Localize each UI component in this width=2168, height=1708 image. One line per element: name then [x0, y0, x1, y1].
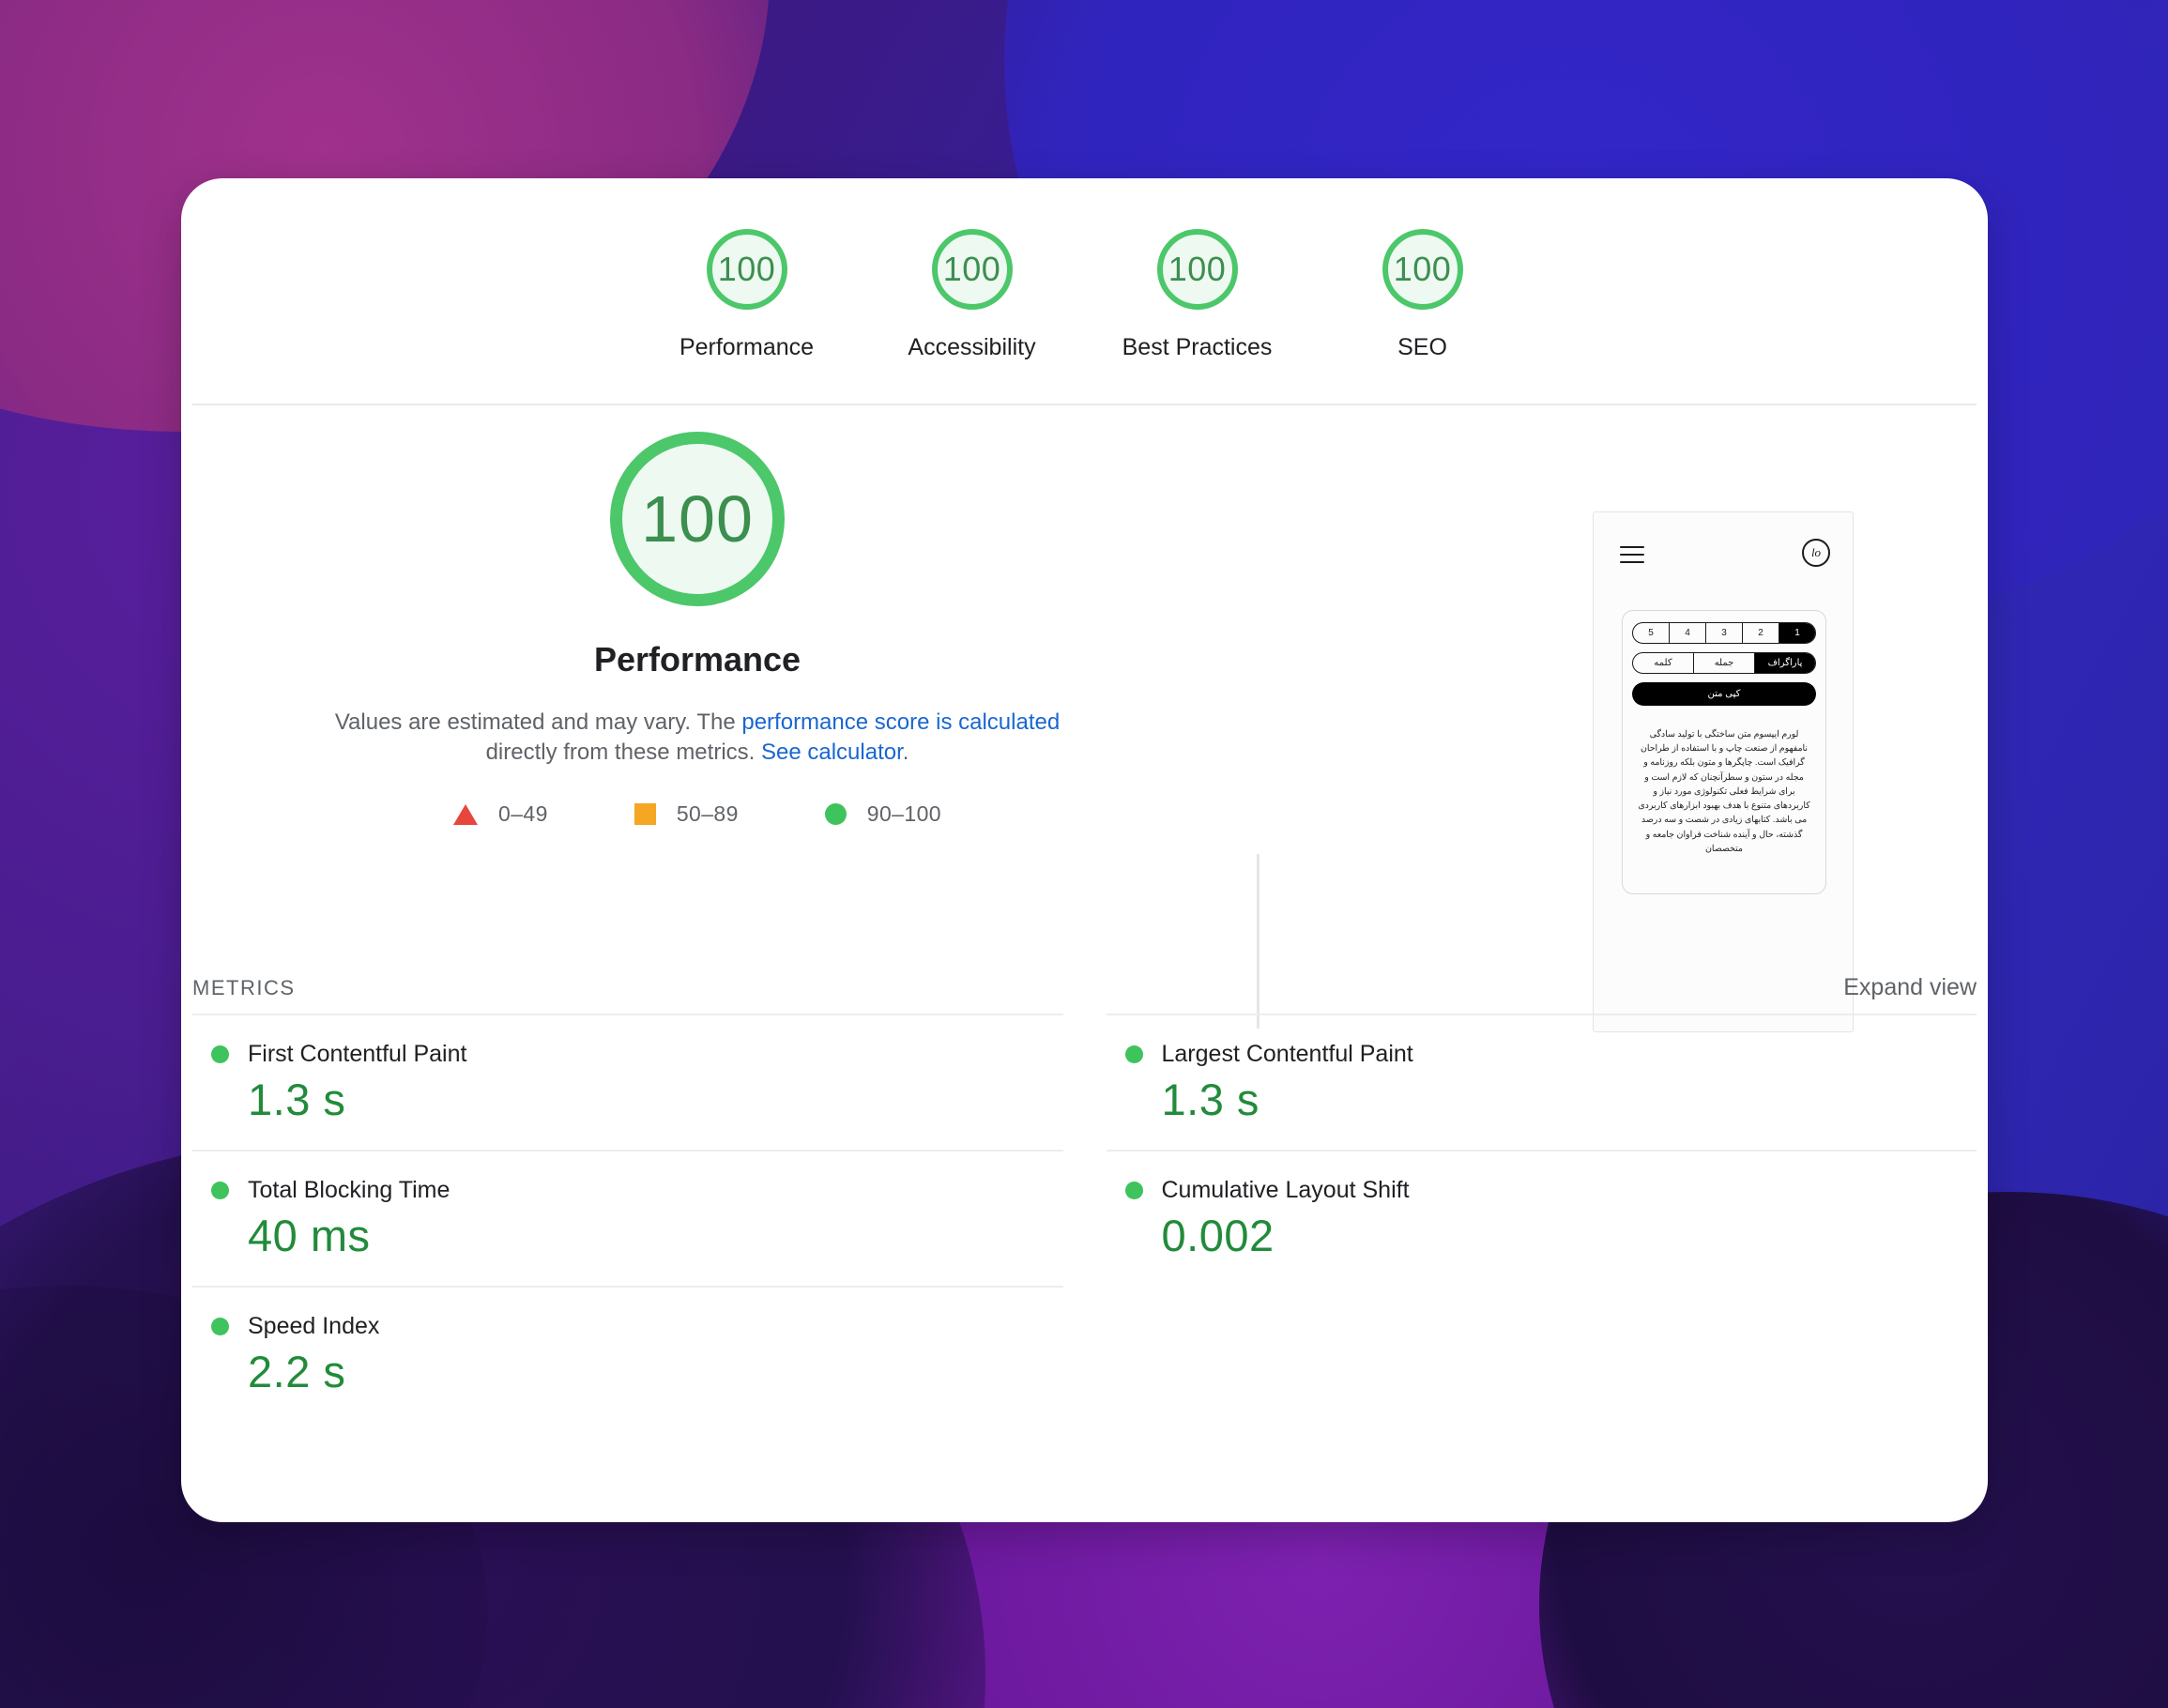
metrics-column-right: Largest Contentful Paint 1.3 s Cumulativ…: [1106, 1014, 1977, 1422]
page-screenshot-thumbnail[interactable]: lo 1 2 3 4 5 پاراگراف جمله کلمه کپی متن …: [1593, 511, 1854, 1032]
lighthouse-report-card: 100 Performance 100 Accessibility 100 Be…: [181, 178, 1988, 1522]
count-option-3: 3: [1705, 623, 1742, 643]
metric-row-largest-contentful-paint[interactable]: Largest Contentful Paint 1.3 s: [1106, 1014, 1977, 1150]
count-option-5: 5: [1648, 628, 1654, 638]
see-calculator-link[interactable]: See calculator: [761, 740, 903, 765]
hero-note-middle: directly from these metrics.: [485, 740, 761, 766]
category-score-seo[interactable]: 100 SEO: [1310, 229, 1535, 361]
metrics-grid: First Contentful Paint 1.3 s Total Block…: [192, 1014, 1977, 1422]
circle-icon: [824, 803, 847, 826]
count-option-4: 4: [1669, 623, 1705, 643]
metric-row-cumulative-layout-shift[interactable]: Cumulative Layout Shift 0.002: [1106, 1150, 1977, 1286]
metrics-title: METRICS: [192, 976, 296, 999]
unit-segmented-control: پاراگراف جمله کلمه: [1632, 652, 1816, 674]
expand-view-button[interactable]: Expand view: [1843, 974, 1977, 1001]
hero-title: Performance: [593, 640, 802, 679]
performance-score-link[interactable]: performance score is calculated: [741, 709, 1060, 735]
category-score-accessibility[interactable]: 100 Accessibility: [860, 229, 1085, 361]
status-dot-pass-icon: [211, 1045, 229, 1063]
legend-range-pass: 90–100: [866, 801, 941, 827]
score-label-seo: SEO: [1397, 334, 1447, 360]
thumbnail-site-header: lo: [1594, 533, 1853, 580]
copy-text-button: کپی متن: [1632, 682, 1816, 706]
generated-lorem-text: لورم ایپسوم متن ساختگی با تولید سادگی نا…: [1638, 728, 1810, 853]
metric-header: First Contentful Paint: [192, 1041, 1063, 1068]
category-score-performance[interactable]: 100 Performance: [634, 229, 860, 361]
score-label-best-practices: Best Practices: [1122, 334, 1273, 360]
metric-header: Cumulative Layout Shift: [1107, 1177, 1977, 1204]
metric-value: 1.3 s: [1161, 1075, 1260, 1124]
metric-header: Largest Contentful Paint: [1107, 1041, 1977, 1068]
score-gauge-accessibility: 100: [931, 229, 1013, 310]
score-legend: 0–49 50–89 90–100: [453, 801, 941, 827]
unit-option-sentence: جمله: [1693, 653, 1754, 673]
category-score-best-practices[interactable]: 100 Best Practices: [1085, 229, 1310, 361]
metric-value: 2.2 s: [248, 1347, 346, 1396]
metric-header: Speed Index: [192, 1313, 1063, 1340]
metrics-header: METRICS Expand view: [192, 974, 1977, 1001]
metric-value: 1.3 s: [248, 1075, 346, 1124]
legend-range-average: 50–89: [676, 801, 739, 827]
square-icon: [634, 803, 656, 826]
legend-range-fail: 0–49: [498, 801, 548, 827]
metric-name: Largest Contentful Paint: [1161, 1041, 1413, 1067]
status-dot-pass-icon: [211, 1318, 229, 1335]
menu-icon: [1620, 546, 1644, 563]
performance-hero-block: 100 Performance Values are estimated and…: [181, 405, 1214, 827]
thumbnail-generator-panel: 1 2 3 4 5 پاراگراف جمله کلمه کپی متن لور…: [1622, 610, 1826, 894]
hero-note-suffix: .: [902, 740, 909, 766]
metric-row-speed-index[interactable]: Speed Index 2.2 s: [192, 1286, 1063, 1422]
status-dot-pass-icon: [1124, 1182, 1143, 1199]
status-dot-pass-icon: [1124, 1045, 1143, 1063]
metric-row-total-blocking-time[interactable]: Total Blocking Time 40 ms: [192, 1150, 1063, 1286]
count-option-2: 2: [1742, 623, 1779, 643]
hero-score-gauge: 100: [610, 432, 785, 606]
metric-value: 0.002: [1161, 1211, 1275, 1260]
hero-note-prefix: Values are estimated and may vary. The: [334, 709, 742, 735]
metric-name: Cumulative Layout Shift: [1161, 1177, 1410, 1203]
triangle-icon: [453, 803, 479, 825]
legend-item-average: 50–89: [634, 801, 739, 827]
column-divider: [1257, 854, 1260, 1029]
score-label-performance: Performance: [679, 334, 815, 360]
unit-option-paragraph: پاراگراف: [1754, 653, 1815, 673]
legend-item-fail: 0–49: [453, 801, 548, 827]
unit-option-word: کلمه: [1654, 658, 1672, 668]
score-gauge-seo: 100: [1382, 229, 1463, 310]
score-gauge-performance: 100: [706, 229, 787, 310]
count-option-1: 1: [1779, 623, 1815, 643]
metric-row-first-contentful-paint[interactable]: First Contentful Paint 1.3 s: [192, 1014, 1063, 1150]
metrics-column-left: First Contentful Paint 1.3 s Total Block…: [192, 1014, 1063, 1422]
site-logo-icon: lo: [1802, 539, 1830, 567]
metric-value: 40 ms: [248, 1211, 371, 1260]
status-dot-pass-icon: [211, 1182, 229, 1199]
category-scores-row: 100 Performance 100 Accessibility 100 Be…: [181, 178, 1988, 404]
metric-name: Speed Index: [248, 1313, 380, 1339]
score-label-accessibility: Accessibility: [908, 334, 1036, 360]
count-segmented-control: 1 2 3 4 5: [1632, 622, 1816, 644]
hero-description: Values are estimated and may vary. The p…: [322, 708, 1073, 768]
metric-name: First Contentful Paint: [248, 1041, 467, 1067]
score-gauge-best-practices: 100: [1156, 229, 1238, 310]
metric-header: Total Blocking Time: [192, 1177, 1063, 1204]
legend-item-pass: 90–100: [824, 801, 941, 827]
metric-name: Total Blocking Time: [248, 1177, 450, 1203]
